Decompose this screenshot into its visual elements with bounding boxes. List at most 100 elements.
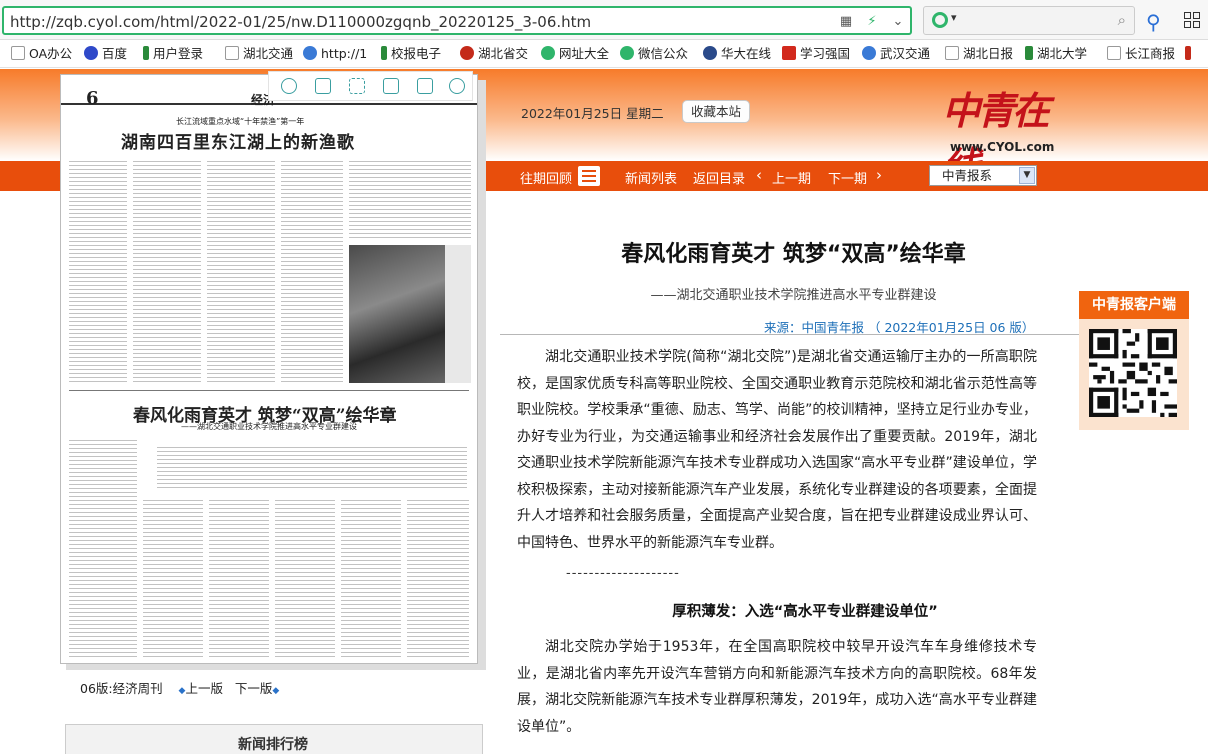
save-icon[interactable] [383, 78, 399, 94]
text-column [69, 161, 127, 383]
bookmark-label: 长江商报 [1125, 46, 1176, 61]
paper-select[interactable]: 中青报系 ▼ [929, 165, 1037, 186]
client-app-box[interactable]: 中青报客户端 [1079, 291, 1189, 430]
wechat-icon [620, 46, 634, 60]
bookmark-item[interactable]: 学习强国 [782, 45, 850, 63]
news-ranking-box: 新闻排行榜 [65, 724, 483, 754]
bookmark-label: 湖北省交 [478, 46, 529, 61]
lightning-icon[interactable]: ⚡ [864, 14, 880, 30]
bookmark-item[interactable]: 湖北日报 [945, 45, 1013, 63]
bookmark-label: http://1 [321, 46, 368, 61]
text-column [207, 161, 275, 383]
bookmark-item[interactable]: 网址大全 [541, 45, 609, 63]
paper-headline-1[interactable]: 湖南四百里东江湖上的新渔歌 [121, 128, 355, 153]
article-section-heading: 厚积薄发：入选“高水平专业群建设单位” [672, 604, 938, 620]
bookmark-item[interactable]: 华大在线 [703, 45, 771, 63]
list-icon[interactable] [578, 166, 600, 186]
bookmark-label: 微信公众 [638, 46, 689, 61]
nav-icon [541, 46, 555, 60]
bookmark-label: 湖北交通 [243, 46, 294, 61]
page-icon [11, 46, 25, 60]
page-pager: 06版:经济周刊 ◆上一版 下一版◆ [80, 678, 279, 697]
client-app-title: 中青报客户端 [1079, 291, 1189, 319]
url-field[interactable]: http://zqb.cyol.com/html/2022-01/25/nw.D… [2, 6, 912, 35]
article-paragraph-2: 湖北交院办学始于1953年，在全国高职院校中较早开设汽车车身维修技术专业，是湖北… [517, 639, 1037, 735]
bookmark-item[interactable]: 湖北大学 [1025, 45, 1087, 63]
search-button-icon[interactable]: ⚲ [1146, 10, 1161, 34]
cyol-logo[interactable]: 中青在线 www.CYOL.com [938, 80, 1054, 188]
text-column [133, 161, 201, 383]
text-column [69, 440, 137, 658]
bookmark-item[interactable]: 微信公众 [620, 45, 688, 63]
nav-history[interactable]: 往期回顾 [520, 168, 572, 187]
university-icon [703, 46, 717, 60]
paper-page-number: 6 [86, 88, 99, 109]
bookmark-item[interactable]: 校报电子 [381, 45, 441, 63]
paper-photo [349, 245, 445, 383]
comment-icon[interactable] [281, 78, 297, 94]
text-column [143, 500, 203, 658]
leaf-icon [381, 46, 387, 60]
article-subtitle: ——湖北交通职业技术学院推进高水平专业群建设 [650, 288, 937, 303]
bookmark-label: 用户登录 [153, 46, 204, 61]
copy-icon[interactable] [315, 78, 331, 94]
newspaper-page-image[interactable]: 6 经济 长江流域重点水域“十年禁渔”第一年 湖南四百里东江湖上的新渔歌 春风化… [60, 74, 478, 664]
chevron-down-icon[interactable]: ⌄ [890, 14, 906, 30]
bookmark-item[interactable]: OA办公 [11, 45, 72, 63]
text-column [157, 447, 467, 491]
qr-grid-icon[interactable]: ▦ [838, 14, 854, 30]
page-icon [945, 46, 959, 60]
bookmark-item[interactable]: http://1 [303, 45, 367, 63]
chevron-down-icon[interactable]: ▼ [1019, 167, 1035, 184]
paper-toolbar [268, 71, 473, 101]
text-column [341, 500, 401, 658]
search-engine-icon[interactable] [932, 12, 948, 28]
bookmark-label: OA办公 [29, 46, 73, 61]
current-date: 2022年01月25日 星期二 [521, 106, 664, 121]
bookmark-label: 校报电子 [391, 46, 442, 61]
news-ranking-title: 新闻排行榜 [238, 737, 308, 753]
article-title: 春风化雨育英才 筑梦“双高”绘华章 [621, 242, 966, 267]
page-icon [225, 46, 239, 60]
text-column [209, 500, 269, 658]
page-icon [1107, 46, 1121, 60]
bookmark-label: 百度 [102, 46, 128, 61]
paper-select-value: 中青报系 [942, 168, 993, 183]
qr-code-image [1089, 329, 1177, 417]
logo-url: www.CYOL.com [950, 140, 1055, 154]
diamond-icon: ◆ [272, 686, 280, 696]
url-text[interactable]: http://zqb.cyol.com/html/2022-01/25/nw.D… [10, 13, 591, 31]
share-icon[interactable] [417, 78, 433, 94]
search-input[interactable]: ▾ ⌕ [923, 6, 1135, 35]
bookmark-item[interactable]: 武汉交通 [862, 45, 930, 63]
nav-next-issue[interactable]: 下一期 [828, 168, 867, 187]
search-engine-caret-icon[interactable]: ▾ [951, 11, 957, 24]
bookmark-label: 湖北日报 [963, 46, 1014, 61]
nav-prev-issue[interactable]: 上一期 [772, 168, 811, 187]
prev-page-link[interactable]: 上一版 [185, 681, 223, 696]
bookmark-label: 湖北大学 [1037, 46, 1088, 61]
bookmark-item[interactable]: 湖北省交 [460, 45, 528, 63]
expand-icon[interactable] [349, 78, 365, 94]
favorite-site-button[interactable]: 收藏本站 [682, 100, 750, 123]
site-icon [1185, 46, 1191, 60]
bookmark-item[interactable] [1185, 45, 1195, 63]
leaf-icon [1025, 46, 1033, 60]
bookmark-item[interactable]: 湖北交通 [225, 45, 293, 63]
address-bar-area: http://zqb.cyol.com/html/2022-01/25/nw.D… [0, 0, 1208, 40]
nav-back-toc[interactable]: 返回目录 [693, 168, 745, 187]
globe-icon [862, 46, 876, 60]
nav-news-list[interactable]: 新闻列表 [625, 168, 677, 187]
apps-grid-icon[interactable] [1184, 12, 1200, 28]
gear-icon[interactable] [449, 78, 465, 94]
bookmark-item[interactable]: 用户登录 [143, 45, 203, 63]
chevron-left-icon[interactable]: ‹ [756, 166, 762, 184]
search-icon[interactable]: ⌕ [1118, 11, 1126, 29]
globe-icon [303, 46, 317, 60]
chevron-right-icon[interactable]: › [876, 166, 882, 184]
bookmark-item[interactable]: 长江商报 [1107, 45, 1175, 63]
xuexi-icon [782, 46, 796, 60]
text-column [275, 500, 335, 658]
bookmark-item[interactable]: 百度 [84, 45, 127, 63]
next-page-link[interactable]: 下一版 [235, 681, 273, 696]
